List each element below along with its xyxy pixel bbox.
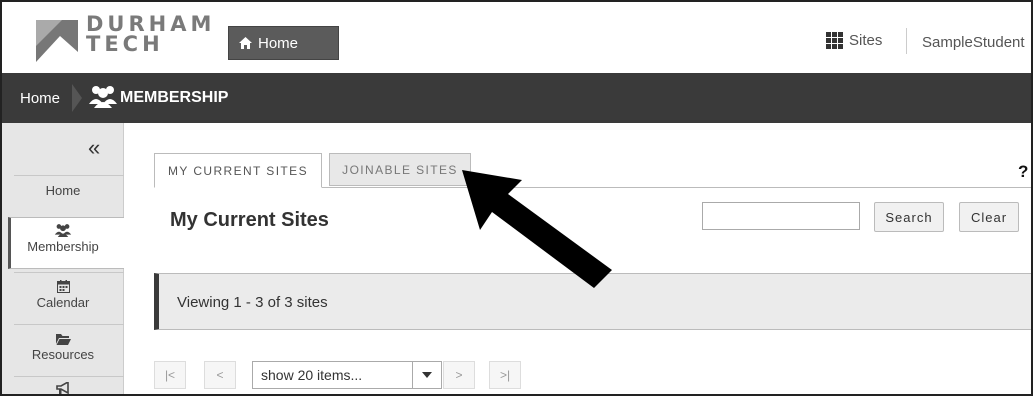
sidebar-divider [14,175,124,176]
user-menu[interactable]: SampleStudent [922,34,1025,51]
sidebar-item-resources[interactable]: Resources [2,333,124,362]
page-size-select[interactable]: show 20 items... [252,361,442,389]
sites-link[interactable]: Sites [826,32,882,49]
users-icon [54,224,72,237]
search-button[interactable]: Search [874,202,944,232]
search-input[interactable] [702,202,860,230]
megaphone-icon [56,382,69,394]
app-frame: DURHAM TECH Home Sites SampleStudent Hom… [0,0,1033,396]
page-size-value: show 20 items... [261,367,363,383]
logo-wordmark: DURHAM TECH [86,14,215,56]
caret-down-icon [422,372,432,378]
calendar-icon [56,280,70,293]
header-divider [906,28,907,54]
users-icon [89,86,117,108]
tool-sidebar: « Home Membership Calendar Resources [2,123,124,394]
next-page-button[interactable]: > [443,361,475,389]
house-icon [239,37,252,49]
folder-icon [55,334,71,345]
sidebar-item-announcements[interactable] [2,382,124,394]
sidebar-divider [14,376,124,377]
home-button-label: Home [258,34,299,52]
sidebar-item-label: Calendar [36,295,90,310]
home-button[interactable]: Home [228,26,339,60]
tab-joinable-sites[interactable]: JOINABLE SITES [329,153,471,186]
durham-tech-logo-icon[interactable] [36,20,78,62]
sidebar-item-home[interactable]: Home [2,183,124,198]
annotation-arrow-icon [462,170,612,288]
viewing-count-text: Viewing 1 - 3 of 3 sites [177,294,328,311]
grid-icon [826,32,843,49]
clear-button[interactable]: Clear [959,202,1019,232]
top-header: DURHAM TECH Home Sites SampleStudent [2,2,1031,73]
last-page-button[interactable]: >| [489,361,521,389]
collapse-sidebar-button[interactable]: « [88,135,100,161]
sidebar-divider [14,324,124,325]
page-breadcrumb-title: MEMBERSHIP [120,89,229,106]
breadcrumb-separator-icon [72,84,82,112]
sites-label: Sites [849,32,883,49]
previous-page-button[interactable]: < [204,361,236,389]
first-page-button[interactable]: |< [154,361,186,389]
dropdown-toggle[interactable] [412,362,441,388]
sidebar-item-label: Resources [31,347,95,362]
site-nav-bar: Home MEMBERSHIP [2,73,1031,123]
sidebar-item-label: Home [45,183,81,198]
breadcrumb-home[interactable]: Home [20,90,60,107]
sidebar-item-label: Membership [27,239,99,254]
sidebar-item-calendar[interactable]: Calendar [2,280,124,310]
help-button[interactable]: ? [1018,162,1028,182]
logo-line-2: TECH [86,32,164,56]
sidebar-divider [14,272,124,273]
tab-my-current-sites[interactable]: MY CURRENT SITES [154,153,322,188]
page-title: My Current Sites [170,209,329,231]
sidebar-item-membership[interactable]: Membership [2,223,124,254]
